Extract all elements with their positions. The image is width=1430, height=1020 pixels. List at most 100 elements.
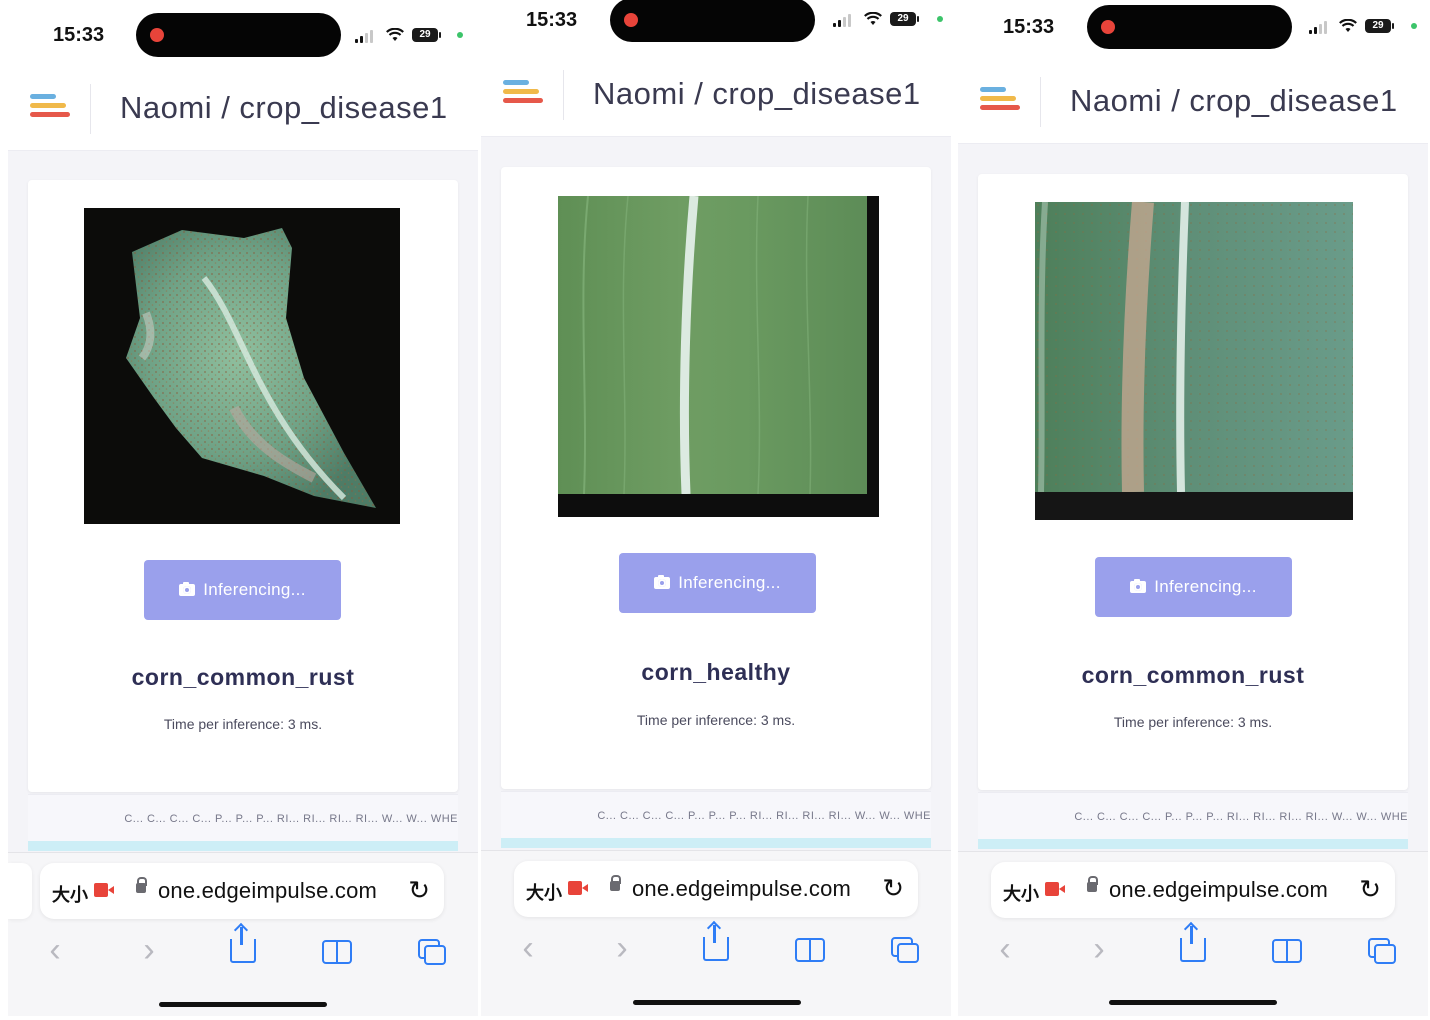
app-header: Naomi / crop_disease1 xyxy=(481,56,951,137)
battery-icon: 29 xyxy=(1365,19,1394,33)
inferencing-button-label: Inferencing... xyxy=(1154,577,1257,596)
wifi-icon xyxy=(864,12,882,25)
classification-result: corn_healthy xyxy=(641,659,791,685)
reload-icon[interactable]: ↻ xyxy=(882,873,904,904)
corn-leaf-image xyxy=(1035,202,1353,520)
status-bar: 15:33 29 xyxy=(8,0,478,70)
home-indicator xyxy=(1109,1000,1277,1005)
privacy-indicator-icon xyxy=(457,32,463,38)
cellular-signal-icon xyxy=(1309,20,1327,34)
status-time: 15:33 xyxy=(53,24,105,46)
wifi-icon xyxy=(386,28,404,41)
bookmarks-icon[interactable] xyxy=(780,937,840,962)
results-column-labels: C... C... C... C... P... P... P... RI...… xyxy=(124,813,458,825)
camera-preview-image xyxy=(558,196,879,517)
safari-toolbar: ‹ › xyxy=(958,925,1428,969)
cellular-signal-icon xyxy=(355,29,373,43)
camera-icon xyxy=(654,575,671,589)
header-divider xyxy=(1040,77,1041,127)
text-size-button[interactable]: 大小 xyxy=(1003,880,1039,906)
back-icon[interactable]: ‹ xyxy=(25,931,85,970)
tabs-icon[interactable] xyxy=(1351,937,1411,964)
tabs-icon[interactable] xyxy=(874,936,934,963)
text-size-button[interactable]: 大小 xyxy=(52,881,88,907)
edge-impulse-logo-icon[interactable] xyxy=(30,94,70,126)
address-bar[interactable]: 大小 one.edgeimpulse.com ↻ xyxy=(514,861,918,917)
results-table-row xyxy=(28,841,458,851)
inferencing-button-label: Inferencing... xyxy=(678,573,781,592)
app-header: Naomi / crop_disease1 xyxy=(8,70,478,151)
previous-tab-peek[interactable] xyxy=(8,863,32,919)
corn-leaf-image xyxy=(558,196,879,517)
forward-icon[interactable]: › xyxy=(119,931,179,970)
recording-indicator-icon xyxy=(1101,20,1115,34)
lock-icon xyxy=(136,877,147,893)
battery-icon: 29 xyxy=(412,28,441,42)
header-divider xyxy=(90,84,91,134)
url-text[interactable]: one.edgeimpulse.com xyxy=(158,878,377,904)
screen-recording-icon xyxy=(1045,882,1059,896)
classifier-card: Inferencing... corn_common_rust Time per… xyxy=(28,180,458,792)
safari-toolbar: ‹ › xyxy=(481,924,951,968)
project-title: Naomi / crop_disease1 xyxy=(1070,83,1398,118)
back-icon[interactable]: ‹ xyxy=(975,930,1035,969)
screen-recording-icon xyxy=(94,883,108,897)
classification-result: corn_common_rust xyxy=(1081,662,1305,688)
battery-icon: 29 xyxy=(890,12,919,26)
results-table-header: C... C... C... C... P... P... P... RI...… xyxy=(978,792,1408,839)
dynamic-island xyxy=(136,13,341,57)
url-text[interactable]: one.edgeimpulse.com xyxy=(1109,877,1328,903)
forward-icon[interactable]: › xyxy=(1069,930,1129,969)
cellular-signal-icon xyxy=(833,13,851,27)
camera-preview-image xyxy=(84,208,400,524)
classification-result: corn_common_rust xyxy=(131,664,355,690)
lock-icon xyxy=(610,875,621,891)
time-per-inference: Time per inference: 3 ms. xyxy=(163,716,323,732)
time-per-inference: Time per inference: 3 ms. xyxy=(1113,714,1273,730)
dynamic-island xyxy=(610,0,815,42)
results-table-row xyxy=(501,838,931,848)
results-column-labels: C... C... C... C... P... P... P... RI...… xyxy=(597,810,931,822)
phone-screen-3: 15:33 29 Naomi / crop_disease1 Inferenci… xyxy=(958,0,1428,1016)
bookmarks-icon[interactable] xyxy=(1257,938,1317,963)
status-bar: 15:33 29 xyxy=(958,0,1428,70)
edge-impulse-logo-icon[interactable] xyxy=(503,80,543,112)
text-size-button[interactable]: 大小 xyxy=(526,879,562,905)
share-icon[interactable] xyxy=(1163,925,1223,962)
forward-icon[interactable]: › xyxy=(592,929,652,968)
address-bar[interactable]: 大小 one.edgeimpulse.com ↻ xyxy=(991,862,1395,918)
camera-icon xyxy=(1130,579,1147,593)
dynamic-island xyxy=(1087,5,1292,49)
back-icon[interactable]: ‹ xyxy=(498,929,558,968)
main-content: Inferencing... corn_common_rust Time per… xyxy=(8,151,478,852)
results-table-header: C... C... C... C... P... P... P... RI...… xyxy=(28,794,458,841)
share-icon[interactable] xyxy=(213,926,273,963)
inferencing-button[interactable]: Inferencing... xyxy=(1095,557,1292,617)
address-bar[interactable]: 大小 one.edgeimpulse.com ↻ xyxy=(40,863,444,919)
status-time: 15:33 xyxy=(526,9,578,31)
share-icon[interactable] xyxy=(686,924,746,961)
recording-indicator-icon xyxy=(150,28,164,42)
reload-icon[interactable]: ↻ xyxy=(408,875,430,906)
camera-preview-image xyxy=(1035,202,1353,520)
results-table-row xyxy=(978,839,1408,849)
bookmarks-icon[interactable] xyxy=(307,939,367,964)
results-column-labels: C... C... C... C... P... P... P... RI...… xyxy=(1074,811,1408,823)
url-text[interactable]: one.edgeimpulse.com xyxy=(632,876,851,902)
privacy-indicator-icon xyxy=(1411,23,1417,29)
header-divider xyxy=(563,70,564,120)
inferencing-button[interactable]: Inferencing... xyxy=(619,553,816,613)
privacy-indicator-icon xyxy=(937,16,943,22)
safari-toolbar: ‹ › xyxy=(8,926,478,970)
phone-screen-2: 15:33 29 Naomi / crop_disease1 Inferenci… xyxy=(481,0,951,1016)
project-title: Naomi / crop_disease1 xyxy=(120,90,448,125)
safari-bottom-bar: 大小 one.edgeimpulse.com ↻ ‹ › xyxy=(481,850,951,1016)
edge-impulse-logo-icon[interactable] xyxy=(980,87,1020,119)
inferencing-button[interactable]: Inferencing... xyxy=(144,560,341,620)
reload-icon[interactable]: ↻ xyxy=(1359,874,1381,905)
home-indicator xyxy=(159,1002,327,1007)
recording-indicator-icon xyxy=(624,13,638,27)
tabs-icon[interactable] xyxy=(401,938,461,965)
corn-leaf-image xyxy=(126,228,376,508)
main-content: Inferencing... corn_healthy Time per inf… xyxy=(481,137,951,850)
